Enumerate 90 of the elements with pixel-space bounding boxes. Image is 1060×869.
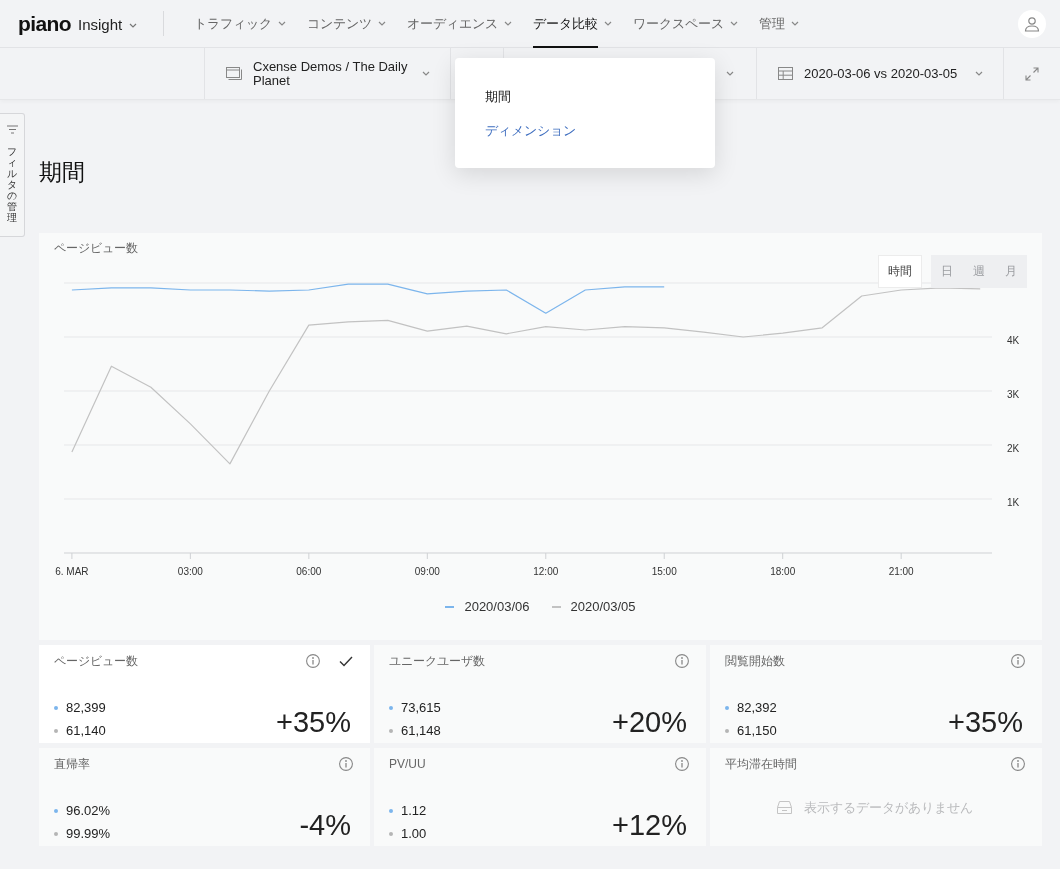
nav-tab[interactable]: 管理 — [759, 0, 799, 47]
bullet-dot-icon — [389, 728, 393, 733]
bullet-dot-icon — [389, 808, 393, 813]
bullet-dot-icon — [54, 705, 58, 710]
chart-title: ページビュー数 — [53, 240, 139, 256]
window-icon — [226, 67, 242, 80]
change-percent: +12% — [612, 809, 687, 841]
previous-value: 61,150 — [737, 722, 777, 740]
previous-value: 61,148 — [401, 722, 441, 740]
caret-icon — [129, 22, 138, 28]
y-axis-label: 3K — [1007, 389, 1020, 400]
date-range-selector[interactable]: 2020-03-06 vs 2020-03-05 — [757, 48, 1004, 99]
nav-tab[interactable]: ワークスペース — [633, 0, 738, 47]
metric-card[interactable]: ページビュー数 82,399 61,140 +35% — [39, 645, 370, 743]
metric-title: ユニークユーザ数 — [389, 654, 486, 668]
legend-label: 2020/03/06 — [464, 599, 530, 615]
menu-item[interactable]: ディメンション — [455, 114, 715, 148]
caret-icon — [422, 71, 430, 76]
current-value: 73,615 — [401, 699, 441, 717]
info-icon[interactable] — [339, 757, 353, 771]
calendar-icon — [778, 67, 793, 80]
expand-icon — [1025, 66, 1039, 81]
x-axis-label: 21:00 — [888, 566, 914, 577]
y-axis-label: 1K — [1007, 497, 1020, 508]
check-icon — [339, 655, 353, 667]
metric-title: ページビュー数 — [54, 654, 139, 668]
bullet-dot-icon — [54, 728, 58, 733]
user-icon — [1024, 15, 1040, 32]
product-switcher[interactable]: Insight — [78, 15, 138, 35]
bullet-dot-icon — [725, 728, 729, 733]
caret-icon — [278, 21, 286, 26]
x-axis-label: 06:00 — [296, 566, 322, 577]
info-icon[interactable] — [675, 757, 689, 771]
caret-icon — [504, 21, 512, 26]
metric-title: 閲覧開始数 — [725, 654, 786, 668]
metric-title: 平均滞在時間 — [725, 757, 798, 771]
metric-card[interactable]: ユニークユーザ数 73,615 61,148 +20% — [374, 645, 706, 743]
x-axis-label: 15:00 — [651, 566, 677, 577]
filter-icon — [6, 125, 18, 134]
metric-title: 直帰率 — [54, 757, 91, 771]
nav-tab[interactable]: データ比較 — [533, 0, 612, 47]
caret-icon — [378, 21, 386, 26]
current-value: 82,399 — [66, 699, 106, 717]
metric-title: PV/UU — [389, 757, 427, 771]
caret-icon — [604, 21, 612, 26]
metric-card[interactable]: PV/UU 1.12 1.00 +12% — [374, 748, 706, 846]
y-axis-label: 2K — [1007, 443, 1020, 454]
previous-value: 99.99% — [66, 825, 111, 843]
bullet-dot-icon — [389, 831, 393, 836]
user-avatar-button[interactable] — [1018, 9, 1046, 38]
nav-tab[interactable]: トラフィック — [194, 0, 286, 47]
caret-icon — [726, 71, 734, 76]
legend-label: 2020/03/05 — [570, 599, 636, 615]
caret-icon — [730, 21, 738, 26]
nav-tab[interactable]: オーディエンス — [407, 0, 512, 47]
inbox-icon — [777, 801, 792, 814]
previous-value: 1.00 — [401, 825, 427, 843]
metric-card[interactable]: 直帰率 96.02% 99.99% -4% — [39, 748, 370, 846]
change-percent: -4% — [299, 809, 351, 841]
info-icon[interactable] — [1011, 757, 1025, 771]
page-title: 期間 — [39, 159, 85, 185]
info-icon[interactable] — [1011, 654, 1025, 668]
change-percent: +35% — [276, 706, 351, 738]
info-icon[interactable] — [675, 654, 689, 668]
x-axis-label: 6. MAR — [55, 566, 89, 577]
info-icon[interactable] — [306, 654, 320, 668]
x-axis-label: 12:00 — [533, 566, 559, 577]
bullet-dot-icon — [54, 831, 58, 836]
metric-card[interactable]: 閲覧開始数 82,392 61,150 +35% — [710, 645, 1042, 743]
change-percent: +35% — [948, 706, 1023, 738]
site-selector[interactable]: Cxense Demos / The Daily Planet — [205, 48, 451, 99]
caret-icon — [975, 71, 983, 76]
current-value: 1.12 — [401, 802, 427, 820]
menu-item[interactable]: 期間 — [455, 80, 715, 114]
x-axis-label: 09:00 — [414, 566, 440, 577]
bullet-dot-icon — [54, 808, 58, 813]
current-value: 96.02% — [66, 802, 111, 820]
granularity-tab[interactable]: 時間 — [878, 255, 922, 288]
bullet-dot-icon — [725, 705, 729, 710]
change-percent: +20% — [612, 706, 687, 738]
previous-value: 61,140 — [66, 722, 106, 740]
caret-icon — [791, 21, 799, 26]
filter-tab[interactable]: フィルタの管理 — [0, 113, 25, 237]
bullet-dot-icon — [389, 705, 393, 710]
y-axis-label: 4K — [1007, 335, 1020, 346]
nav-tab[interactable]: コンテンツ — [307, 0, 386, 47]
logo: piano — [18, 10, 71, 37]
x-axis-label: 18:00 — [770, 566, 796, 577]
x-axis-label: 03:00 — [177, 566, 203, 577]
current-value: 82,392 — [737, 699, 777, 717]
